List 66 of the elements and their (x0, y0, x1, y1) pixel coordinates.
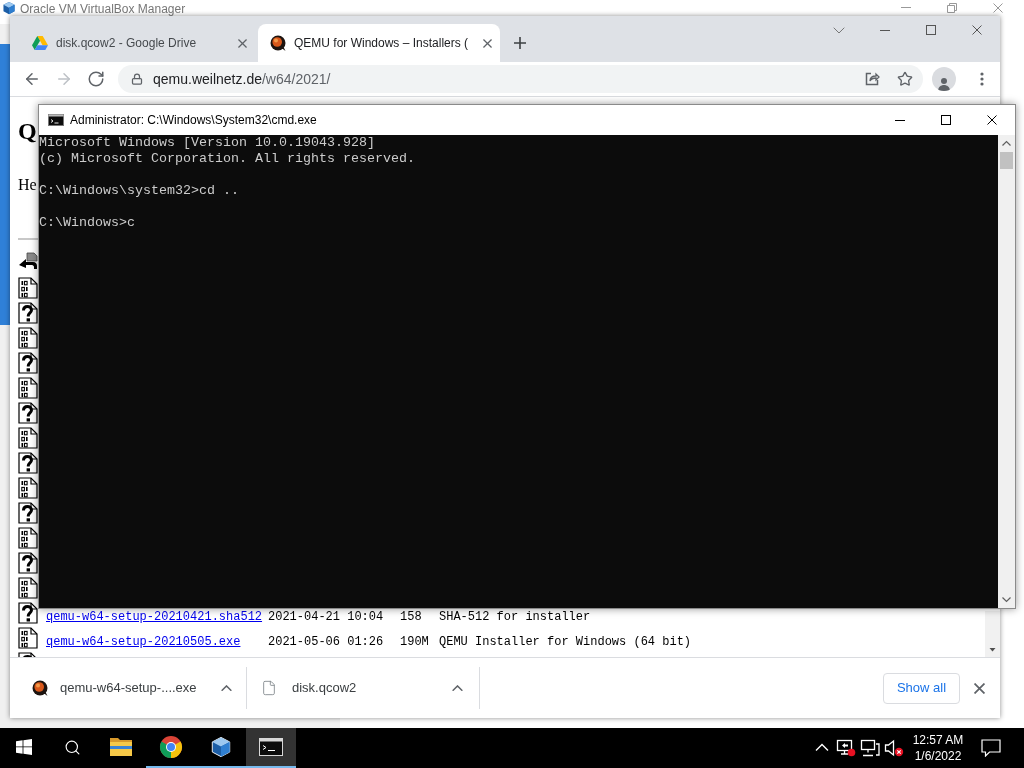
description-text: QEMU Installer for Windows (64 bit) (439, 635, 692, 649)
size-text: 158 (400, 610, 423, 624)
circle-logo-icon (159, 735, 183, 759)
description-text: SHA-512 for installer (439, 610, 591, 624)
speaker-icon[interactable] (884, 739, 904, 757)
monitor-icon[interactable] (836, 739, 856, 757)
window-title: Administrator: C:\Windows\System32\cmd.exe (70, 112, 317, 128)
binary-file-icon (18, 627, 38, 649)
more-icon (980, 72, 984, 86)
restore-icon (947, 2, 957, 13)
file-link[interactable]: qemu-w64-setup-20210421.sha512 (46, 610, 263, 624)
reload-icon (87, 70, 105, 88)
page-heading: Q (18, 117, 37, 145)
profile-button[interactable] (932, 67, 956, 91)
share-icon[interactable] (864, 71, 880, 87)
show-all-button[interactable]: Show all (883, 672, 960, 704)
date-text: 2021-04-21 10:04 (268, 610, 385, 624)
minimize-icon (895, 119, 905, 121)
console-line: Microsoft Windows [Version 10.0.19043.928] (39, 135, 375, 151)
size-text: 190M (400, 635, 430, 649)
tab-close-button[interactable] (483, 38, 492, 48)
file-icon (261, 679, 277, 697)
search-icon (63, 738, 81, 756)
tab-close-button[interactable] (238, 38, 247, 48)
maximize-icon (926, 25, 936, 35)
windows-logo-icon (16, 739, 32, 755)
download-name[interactable]: qemu-w64-setup-....exe (60, 680, 197, 696)
speech-bubble-icon (981, 739, 1001, 757)
console-line: C:\Windows\system32>cd .. (39, 183, 239, 199)
sphere-logo-icon (32, 680, 48, 696)
cube-icon (210, 736, 232, 758)
close-icon (972, 25, 982, 35)
bookmark-star-icon[interactable] (897, 71, 913, 87)
network-icon[interactable] (860, 739, 880, 757)
lock-icon (131, 73, 143, 85)
minimize-icon (901, 7, 911, 8)
close-icon (987, 115, 997, 125)
console-line: C:\Windows>c (39, 215, 135, 231)
download-name[interactable]: disk.qcow2 (292, 680, 357, 696)
taskbar-button[interactable] (246, 728, 296, 768)
scroll-thumb[interactable] (1000, 152, 1013, 169)
folder-icon (109, 737, 133, 757)
forward-arrow-icon (55, 70, 73, 88)
triangle-logo-icon (32, 36, 48, 50)
window-title: Oracle VM VirtualBox Manager (20, 2, 186, 16)
maximize-icon (941, 115, 951, 125)
plus-icon (514, 37, 526, 49)
chevron-down-icon (833, 26, 845, 34)
minimize-icon (880, 29, 890, 31)
file-link[interactable]: qemu-w64-setup-20210505.exe (46, 635, 241, 649)
intro-text: He (18, 176, 37, 194)
close-icon (993, 2, 1003, 13)
close-icon (973, 682, 985, 694)
date-text: 2021-05-06 01:26 (268, 635, 385, 649)
terminal-icon (48, 114, 64, 126)
cube-icon (2, 1, 16, 15)
browser-tab[interactable]: disk.qcow2 - Google Drive (18, 24, 258, 62)
address-bar[interactable]: qemu.weilnetz.de/w64/2021/ (118, 65, 923, 93)
terminal-icon (259, 738, 283, 756)
sphere-logo-icon (270, 35, 286, 51)
clock-time[interactable]: 12:57 AM (912, 732, 964, 748)
avatar-silhouette-icon (937, 77, 951, 91)
browser-tab[interactable]: QEMU for Windows – Installers ( (258, 24, 500, 62)
url-text: qemu.weilnetz.de/w64/2021/ (153, 70, 331, 88)
console-line: (c) Microsoft Corporation. All rights reserved. (39, 151, 415, 167)
clock-date[interactable]: 1/6/2022 (914, 748, 962, 764)
